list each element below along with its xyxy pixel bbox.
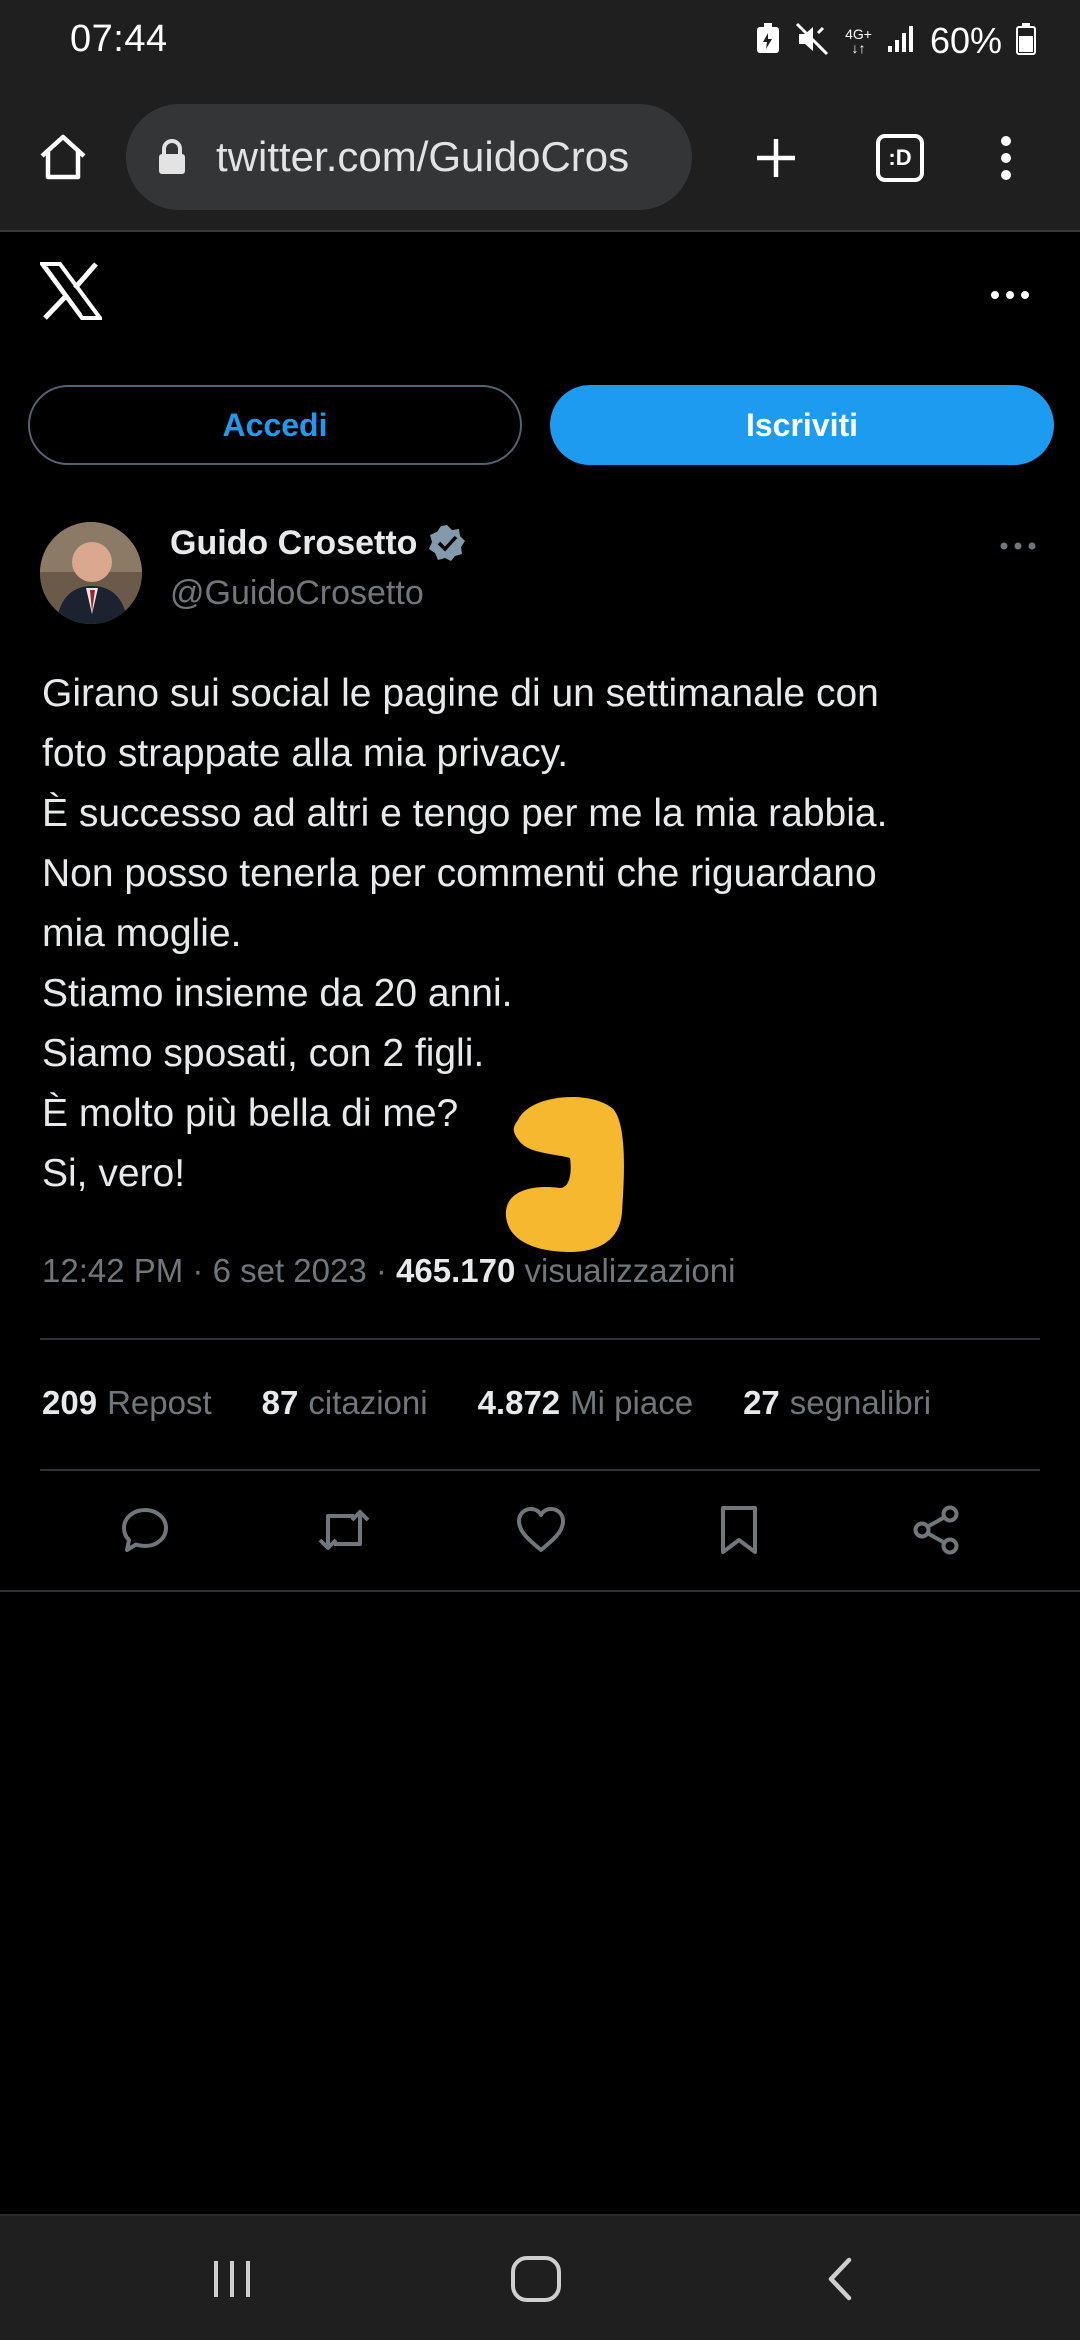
divider: [0, 1590, 1080, 1592]
browser-menu-button[interactable]: [968, 120, 1044, 196]
divider: [40, 1469, 1040, 1471]
author-name-row[interactable]: Guido Crosetto: [170, 523, 467, 563]
signal-icon: [886, 24, 916, 59]
share-button[interactable]: [908, 1502, 964, 1558]
x-logo[interactable]: [38, 262, 104, 324]
tweet-line: È successo ad altri e tengo per me la mi…: [42, 792, 888, 835]
header-more-button[interactable]: [980, 270, 1040, 320]
address-bar[interactable]: twitter.com/GuidoCros: [126, 104, 692, 210]
home-icon: [40, 134, 86, 180]
tweet-meta: 12:42 PM · 6 set 2023 · 465.170 visualiz…: [42, 1252, 736, 1289]
system-nav-bar: [0, 2214, 1080, 2340]
repost-icon: [318, 1510, 370, 1550]
stat-label: segnalibri: [789, 1384, 932, 1421]
browser-toolbar: twitter.com/GuidoCros :D: [0, 84, 1080, 232]
tweet-line: mia moglie.: [42, 912, 242, 955]
tweet-more-button[interactable]: [988, 530, 1048, 562]
network-4g-icon: 4G+ ↓↑: [845, 26, 872, 56]
stat-count: 4.872: [477, 1384, 561, 1421]
avatar[interactable]: [40, 522, 142, 624]
network-label: 4G+: [845, 26, 872, 42]
tweet-line: foto strappate alla mia privacy.: [42, 732, 569, 775]
status-bar: 07:44 4G+ ↓↑ 60%: [0, 0, 1080, 84]
divider: [40, 1338, 1040, 1340]
like-icon: [517, 1507, 565, 1552]
status-time: 07:44: [70, 18, 168, 60]
tweet-stats: 209 Repost 87 citazioni 4.872 Mi piace 27 se…: [42, 1384, 981, 1422]
stat-label: Repost: [107, 1384, 212, 1421]
tabs-icon: :D: [876, 134, 924, 182]
scribble-overlay: [505, 1096, 624, 1252]
bookmark-icon: [721, 1506, 757, 1554]
signup-button[interactable]: Iscriviti: [550, 385, 1054, 465]
views-count: 465.170: [396, 1252, 516, 1289]
tweet-time[interactable]: 12:42 PM: [42, 1252, 183, 1289]
share-icon: [913, 1505, 959, 1555]
like-button[interactable]: [513, 1502, 569, 1558]
back-icon: [828, 2257, 852, 2301]
views-label: visualizzazioni: [524, 1252, 736, 1289]
battery-saver-icon: [755, 22, 781, 60]
bookmark-button[interactable]: [711, 1502, 767, 1558]
kebab-menu-icon: [1001, 136, 1011, 180]
home-nav-button[interactable]: [496, 2246, 576, 2312]
back-button[interactable]: [800, 2246, 880, 2312]
tweet-line: Stiamo insieme da 20 anni.: [42, 972, 513, 1015]
battery-percent: 60%: [929, 20, 1002, 61]
stat-likes[interactable]: 4.872 Mi piace: [478, 1384, 693, 1422]
stat-count: 27: [743, 1384, 780, 1421]
author-name[interactable]: Guido Crosetto: [170, 524, 417, 563]
tweet-line: Non posso tenerla per commenti che rigua…: [42, 852, 877, 895]
recents-button[interactable]: [192, 2246, 272, 2312]
author-handle[interactable]: @GuidoCrosetto: [170, 574, 424, 613]
login-button[interactable]: Accedi: [28, 385, 522, 465]
battery-icon: [1016, 22, 1036, 60]
more-horizontal-icon: [991, 291, 1029, 299]
home-button[interactable]: [30, 124, 96, 190]
status-icons: 4G+ ↓↑ 60%: [755, 16, 1036, 66]
url-text[interactable]: twitter.com/GuidoCros: [216, 133, 629, 181]
plus-icon: [757, 139, 795, 177]
verified-badge-icon: [429, 525, 466, 561]
tweet-line: Girano sui social le pagine di un settim…: [42, 672, 879, 715]
stat-count: 209: [42, 1384, 98, 1421]
tweet-line: Siamo sposati, con 2 figli.: [42, 1032, 485, 1075]
stat-label: citazioni: [308, 1384, 428, 1421]
reply-button[interactable]: [117, 1502, 173, 1558]
lock-icon[interactable]: [152, 132, 192, 182]
home-circle-icon: [511, 2256, 561, 2302]
stat-reposts[interactable]: 209 Repost: [42, 1384, 212, 1422]
repost-button[interactable]: [316, 1502, 372, 1558]
more-horizontal-icon: [1000, 542, 1036, 550]
tweet-date[interactable]: 6 set 2023: [213, 1252, 367, 1289]
mute-icon: [795, 22, 831, 61]
stat-label: Mi piace: [570, 1384, 694, 1421]
tabs-button[interactable]: :D: [862, 120, 938, 196]
reply-icon: [122, 1508, 168, 1552]
recents-icon: [214, 2261, 250, 2297]
new-tab-button[interactable]: [738, 120, 814, 196]
stat-bookmarks[interactable]: 27 segnalibri: [743, 1384, 931, 1422]
stat-quotes[interactable]: 87 citazioni: [262, 1384, 428, 1422]
stat-count: 87: [261, 1384, 299, 1421]
tab-indicator: :D: [888, 145, 912, 170]
